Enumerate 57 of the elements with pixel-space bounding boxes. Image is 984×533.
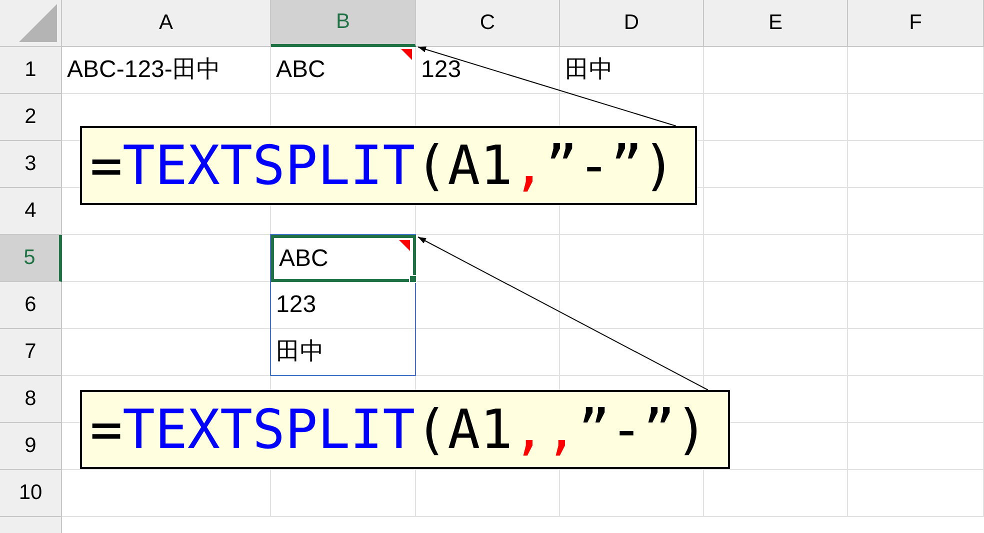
cell[interactable] bbox=[848, 94, 984, 141]
row-header[interactable]: 1 bbox=[0, 47, 62, 94]
cell[interactable]: ABC bbox=[271, 47, 416, 94]
row-header[interactable]: 8 bbox=[0, 376, 62, 423]
select-all-corner[interactable] bbox=[0, 0, 62, 47]
cell[interactable] bbox=[704, 470, 848, 517]
cell[interactable] bbox=[416, 470, 560, 517]
row-header[interactable]: 2 bbox=[0, 94, 62, 141]
cell[interactable] bbox=[560, 235, 704, 282]
cell[interactable] bbox=[704, 282, 848, 329]
comment-tooltip: =TEXTSPLIT(A1,”-”) bbox=[80, 126, 698, 205]
cell[interactable] bbox=[848, 282, 984, 329]
cell[interactable] bbox=[704, 235, 848, 282]
row-header[interactable]: 5 bbox=[0, 235, 62, 282]
cell[interactable] bbox=[848, 376, 984, 423]
column-header[interactable]: B bbox=[271, 0, 416, 47]
cell[interactable] bbox=[704, 141, 848, 188]
cell[interactable] bbox=[848, 141, 984, 188]
comment-tooltip: =TEXTSPLIT(A1,,”-”) bbox=[80, 390, 730, 469]
cell[interactable]: ABC bbox=[271, 235, 416, 282]
cell[interactable] bbox=[848, 188, 984, 235]
column-header[interactable]: D bbox=[560, 0, 704, 47]
row-header[interactable]: 4 bbox=[0, 188, 62, 235]
cell[interactable] bbox=[848, 235, 984, 282]
row-header[interactable]: 10 bbox=[0, 470, 62, 517]
row-header[interactable] bbox=[0, 517, 62, 533]
row-header[interactable]: 9 bbox=[0, 423, 62, 470]
cell[interactable] bbox=[560, 282, 704, 329]
cell[interactable] bbox=[416, 282, 560, 329]
cell[interactable] bbox=[848, 470, 984, 517]
cell[interactable] bbox=[848, 47, 984, 94]
select-all-icon bbox=[19, 4, 57, 42]
cell[interactable] bbox=[704, 329, 848, 376]
row-header[interactable]: 6 bbox=[0, 282, 62, 329]
cell[interactable] bbox=[62, 470, 271, 517]
column-header[interactable]: C bbox=[416, 0, 560, 47]
fill-handle[interactable] bbox=[409, 275, 417, 283]
cell[interactable] bbox=[416, 329, 560, 376]
cell[interactable] bbox=[560, 329, 704, 376]
row-header[interactable]: 7 bbox=[0, 329, 62, 376]
cell[interactable] bbox=[416, 235, 560, 282]
cell[interactable] bbox=[704, 47, 848, 94]
cell[interactable]: 123 bbox=[271, 282, 416, 329]
cell[interactable]: 123 bbox=[416, 47, 560, 94]
column-header[interactable]: F bbox=[848, 0, 984, 47]
cell[interactable] bbox=[848, 329, 984, 376]
column-header[interactable]: A bbox=[62, 0, 271, 47]
cell[interactable] bbox=[560, 470, 704, 517]
cell[interactable]: ABC-123-田中 bbox=[62, 47, 271, 94]
column-header[interactable]: E bbox=[704, 0, 848, 47]
cell[interactable]: 田中 bbox=[560, 47, 704, 94]
cell[interactable] bbox=[704, 188, 848, 235]
cell[interactable] bbox=[848, 423, 984, 470]
cell[interactable]: 田中 bbox=[271, 329, 416, 376]
cell[interactable] bbox=[704, 94, 848, 141]
row-header[interactable]: 3 bbox=[0, 141, 62, 188]
cell[interactable] bbox=[271, 470, 416, 517]
